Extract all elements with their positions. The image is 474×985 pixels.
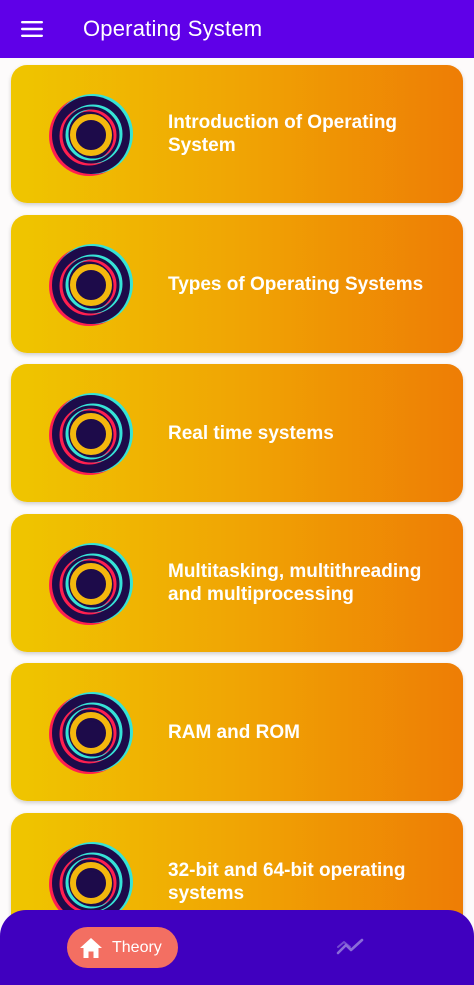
ring-icon bbox=[47, 690, 135, 776]
ring-icon bbox=[47, 391, 135, 477]
menu-button[interactable] bbox=[0, 0, 64, 58]
topic-card-types[interactable]: Types of Operating Systems bbox=[11, 215, 463, 353]
trending-icon bbox=[336, 938, 364, 955]
topic-card-realtime[interactable]: Real time systems bbox=[11, 364, 463, 502]
topic-title: Introduction of Operating System bbox=[168, 112, 398, 156]
topic-card-intro[interactable]: Introduction of Operating System bbox=[11, 65, 463, 203]
app-bar: Operating System bbox=[0, 0, 474, 58]
nav-theory-label: Theory bbox=[112, 938, 162, 956]
topic-title: Real time systems bbox=[168, 422, 334, 444]
nav-trending-button[interactable] bbox=[334, 933, 366, 961]
hamburger-menu-icon bbox=[21, 21, 43, 37]
topic-card-multitasking[interactable]: Multitasking, multithreading and multipr… bbox=[11, 514, 463, 652]
ring-icon bbox=[47, 242, 135, 328]
topic-title: Types of Operating Systems bbox=[168, 273, 424, 295]
topic-card-ram-rom[interactable]: RAM and ROM bbox=[11, 663, 463, 801]
home-icon bbox=[79, 936, 103, 960]
page-title: Operating System bbox=[83, 16, 263, 41]
topic-title: RAM and ROM bbox=[168, 721, 300, 743]
bottom-navigation: Theory bbox=[0, 910, 474, 985]
nav-theory-button[interactable]: Theory bbox=[67, 927, 178, 968]
ring-icon bbox=[47, 92, 135, 178]
ring-icon bbox=[47, 541, 135, 627]
topic-list[interactable]: Introduction of Operating System Types o… bbox=[0, 58, 474, 985]
topic-title: Multitasking, multithreading and multipr… bbox=[168, 561, 422, 605]
app-screen: Operating System Introduction of Operati… bbox=[0, 0, 474, 985]
